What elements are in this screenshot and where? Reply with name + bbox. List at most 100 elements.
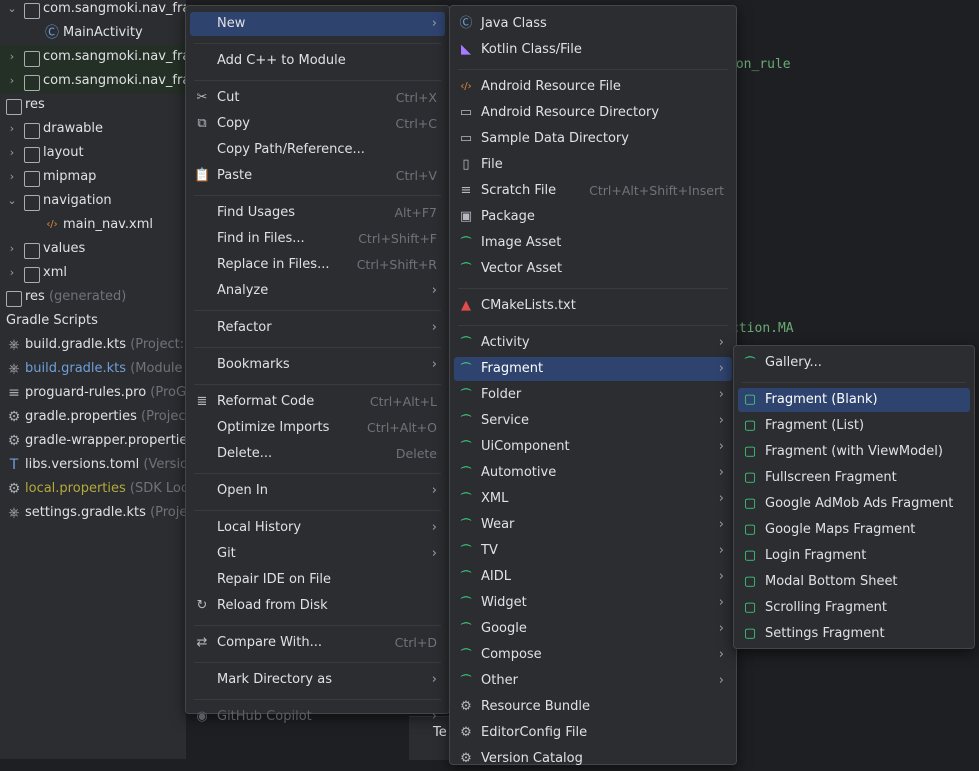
chevron-down-icon[interactable]: ⌄ (6, 189, 18, 213)
tree-row[interactable]: Tlibs.versions.toml (Versio (0, 453, 186, 477)
menu-item-git[interactable]: Git › (190, 542, 445, 566)
menu-item-fragment[interactable]: ⏜ Fragment › (454, 357, 732, 381)
tree-row[interactable]: ⌄ com.sangmoki.nav_frag (0, 0, 186, 21)
menu-item-cut[interactable]: ✂ Cut Ctrl+X (190, 86, 445, 110)
menu-item-modal-bottom-sheet[interactable]: ▢ Modal Bottom Sheet (738, 570, 970, 594)
chevron-right-icon[interactable]: › (6, 141, 18, 165)
menu-item-reformat-code[interactable]: ≣ Reformat Code Ctrl+Alt+L (190, 390, 445, 414)
menu-item-android-resource-directory[interactable]: ▭ Android Resource Directory (454, 101, 732, 125)
menu-item-add-c-to-module[interactable]: Add C++ to Module (190, 49, 445, 73)
tree-row[interactable]: ⌄ navigation (0, 189, 186, 213)
menu-item-uicomponent[interactable]: ⏜ UiComponent › (454, 435, 732, 459)
tree-row[interactable]: › mipmap (0, 165, 186, 189)
menu-item-tv[interactable]: ⏜ TV › (454, 539, 732, 563)
menu-item-other[interactable]: ⏜ Other › (454, 669, 732, 693)
menu-item-copy[interactable]: ⧉ Copy Ctrl+C (190, 112, 445, 136)
menu-item-delete[interactable]: Delete... Delete (190, 442, 445, 466)
menu-item-fragment-with-viewmodel[interactable]: ▢ Fragment (with ViewModel) (738, 440, 970, 464)
menu-item-fullscreen-fragment[interactable]: ▢ Fullscreen Fragment (738, 466, 970, 490)
menu-item-label: Settings Fragment (765, 626, 885, 641)
menu-item-compose[interactable]: ⏜ Compose › (454, 643, 732, 667)
menu-item-open-in[interactable]: Open In › (190, 479, 445, 503)
menu-item-resource-bundle[interactable]: ⚙ Resource Bundle (454, 695, 732, 719)
tree-row[interactable]: ⎈ build.gradle.kts (Module : (0, 357, 186, 381)
tree-row[interactable]: ⎈ settings.gradle.kts (Proje (0, 501, 186, 525)
menu-item-kotlin-class-file[interactable]: ◣ Kotlin Class/File (454, 38, 732, 62)
chevron-right-icon[interactable]: › (6, 117, 18, 141)
menu-item-image-asset[interactable]: ⏜ Image Asset (454, 231, 732, 255)
gear-icon: ⚙ (7, 409, 21, 425)
menu-item-settings-fragment[interactable]: ▢ Settings Fragment (738, 622, 970, 646)
tree-row[interactable]: › drawable (0, 117, 186, 141)
menu-item-java-class[interactable]: Ⓒ Java Class (454, 12, 732, 36)
menu-item-version-catalog[interactable]: ⚙ Version Catalog (454, 747, 732, 771)
menu-item-cmakelists-txt[interactable]: ▲ CMakeLists.txt (454, 294, 732, 318)
menu-item-widget[interactable]: ⏜ Widget › (454, 591, 732, 615)
menu-item-mark-directory-as[interactable]: Mark Directory as › (190, 668, 445, 692)
menu-item-gallery[interactable]: ⏜ Gallery... (738, 351, 970, 375)
tree-row[interactable]: Ⓒ MainActivity (0, 21, 186, 45)
menu-item-bookmarks[interactable]: Bookmarks › (190, 353, 445, 377)
menu-item-paste[interactable]: 📋 Paste Ctrl+V (190, 164, 445, 188)
menu-item-aidl[interactable]: ⏜ AIDL › (454, 565, 732, 589)
tree-row[interactable]: ⚙ gradle-wrapper.propertie (0, 429, 186, 453)
menu-item-google-admob-ads-fragment[interactable]: ▢ Google AdMob Ads Fragment (738, 492, 970, 516)
menu-item-vector-asset[interactable]: ⏜ Vector Asset (454, 257, 732, 281)
menu-item-sample-data-directory[interactable]: ▭ Sample Data Directory (454, 127, 732, 151)
menu-item-local-history[interactable]: Local History › (190, 516, 445, 540)
chevron-right-icon[interactable]: › (6, 261, 18, 285)
tree-row[interactable]: › com.sangmoki.nav_frag (0, 45, 186, 69)
chevron-right-icon[interactable]: › (6, 69, 18, 93)
menu-item-find-usages[interactable]: Find Usages Alt+F7 (190, 201, 445, 225)
menu-item-folder[interactable]: ⏜ Folder › (454, 383, 732, 407)
menu-item-compare-with[interactable]: ⇄ Compare With... Ctrl+D (190, 631, 445, 655)
menu-item-wear[interactable]: ⏜ Wear › (454, 513, 732, 537)
menu-item-reload-from-disk[interactable]: ↻ Reload from Disk (190, 594, 445, 618)
menu-item-package[interactable]: ▣ Package (454, 205, 732, 229)
menu-item-optimize-imports[interactable]: Optimize Imports Ctrl+Alt+O (190, 416, 445, 440)
tree-row[interactable]: ⚙local.properties (SDK Loca (0, 477, 186, 501)
menu-item-google-maps-fragment[interactable]: ▢ Google Maps Fragment (738, 518, 970, 542)
tree-row[interactable]: ⚙ gradle.properties (Project (0, 405, 186, 429)
tree-row[interactable]: ⎈ build.gradle.kts (Project: n (0, 333, 186, 357)
chevron-right-icon[interactable]: › (6, 45, 18, 69)
tree-item-label: gradle.properties (Project (25, 405, 186, 429)
tree-row[interactable]: › com.sangmoki.nav_frag (0, 69, 186, 93)
menu-item-replace-in-files[interactable]: Replace in Files... Ctrl+Shift+R (190, 253, 445, 277)
menu-item-automotive[interactable]: ⏜ Automotive › (454, 461, 732, 485)
tree-row[interactable]: ‹/› main_nav.xml (0, 213, 186, 237)
menu-item-fragment-list[interactable]: ▢ Fragment (List) (738, 414, 970, 438)
menu-item-file[interactable]: ▯ File (454, 153, 732, 177)
tree-row[interactable]: Gradle Scripts (0, 309, 186, 333)
menu-item-new[interactable]: New › (190, 12, 445, 36)
file-icon: ▯ (462, 157, 470, 172)
menu-item-repair-ide-on-file[interactable]: Repair IDE on File (190, 568, 445, 592)
menu-item-analyze[interactable]: Analyze › (190, 279, 445, 303)
menu-item-github-copilot[interactable]: ◉ GitHub Copilot › (190, 705, 445, 729)
tree-row[interactable]: › xml (0, 261, 186, 285)
chevron-down-icon[interactable]: ⌄ (6, 0, 18, 21)
menu-item-editorconfig-file[interactable]: ⚙ EditorConfig File (454, 721, 732, 745)
tree-row[interactable]: ≡ proguard-rules.pro (ProG (0, 381, 186, 405)
tree-row[interactable]: res (generated) (0, 285, 186, 309)
menu-item-service[interactable]: ⏜ Service › (454, 409, 732, 433)
tree-item-sub: (Versio (139, 457, 186, 472)
chevron-right-icon[interactable]: › (6, 165, 18, 189)
menu-item-xml[interactable]: ⏜ XML › (454, 487, 732, 511)
tree-row[interactable]: res (0, 93, 186, 117)
menu-item-copy-path-reference[interactable]: Copy Path/Reference... (190, 138, 445, 162)
menu-item-login-fragment[interactable]: ▢ Login Fragment (738, 544, 970, 568)
menu-item-scratch-file[interactable]: ≡ Scratch File Ctrl+Alt+Shift+Insert (454, 179, 732, 203)
menu-item-scrolling-fragment[interactable]: ▢ Scrolling Fragment (738, 596, 970, 620)
menu-item-activity[interactable]: ⏜ Activity › (454, 331, 732, 355)
menu-item-android-resource-file[interactable]: ‹/› Android Resource File (454, 75, 732, 99)
menu-item-fragment-blank[interactable]: ▢ Fragment (Blank) (738, 388, 970, 412)
menu-item-find-in-files[interactable]: Find in Files... Ctrl+Shift+F (190, 227, 445, 251)
menu-item-refactor[interactable]: Refactor › (190, 316, 445, 340)
menu-item-label: TV (481, 543, 498, 558)
chevron-right-icon[interactable]: › (6, 237, 18, 261)
tree-row[interactable]: › values (0, 237, 186, 261)
menu-item-shortcut: Alt+F7 (394, 205, 437, 220)
tree-row[interactable]: › layout (0, 141, 186, 165)
menu-item-google[interactable]: ⏜ Google › (454, 617, 732, 641)
